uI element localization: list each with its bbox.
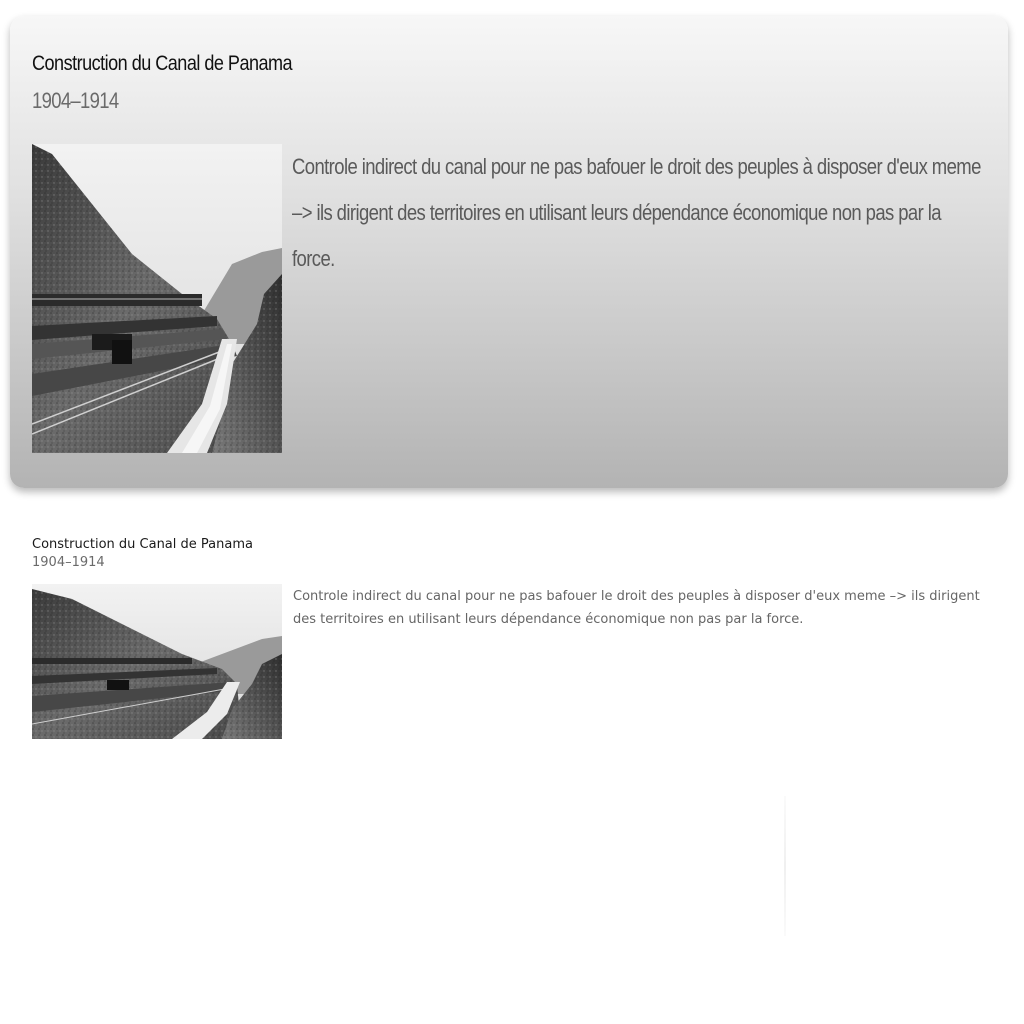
preview-card[interactable]: Construction du Canal de Panama 1904–191… [32,536,992,739]
preview-canal-photo [32,584,282,739]
preview-description: Controle indirect du canal pour ne pas b… [293,589,980,627]
card-title: Construction du Canal de Panama [32,52,293,75]
preview-title: Construction du Canal de Panama [32,537,253,552]
preview-dates: 1904–1914 [32,555,105,570]
card-description: Controle indirect du canal pour ne pas b… [292,154,981,271]
canal-photo [32,144,282,453]
timeline-card[interactable]: Construction du Canal de Panama 1904–191… [10,16,1008,488]
divider [784,796,786,936]
card-dates: 1904–1914 [32,88,119,113]
